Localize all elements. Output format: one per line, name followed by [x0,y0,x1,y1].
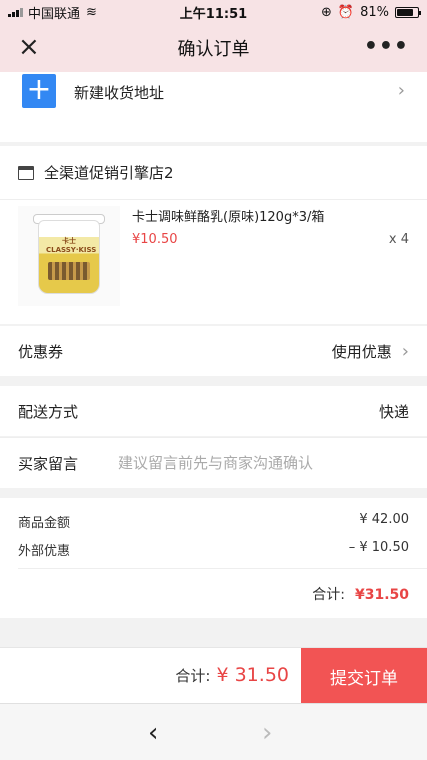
chevron-left-icon: ‹ [148,718,159,748]
more-button[interactable]: ••• [364,34,409,59]
page-title: 确认订单 [177,39,250,60]
wifi-icon: ≋ [86,4,97,20]
chevron-right-icon: › [401,340,409,362]
alarm-icon: ⏰ [337,4,355,20]
product-image-cup [38,220,100,294]
chevron-right-icon: › [397,80,405,101]
status-right: ⊕ ⏰ 81% [321,4,421,20]
more-icon: ••• [363,34,409,59]
summary-total-label: 合计: [312,587,345,603]
product-image-brand: 卡士 CLASSY·KISS [46,237,97,254]
buyer-note-label: 买家留言 [18,454,79,473]
goods-amount-label: 商品金额 [18,516,71,531]
external-discount-label: 外部优惠 [18,544,71,559]
product-quantity: x 4 [388,232,409,247]
delivery-label: 配送方式 [18,402,79,421]
delivery-right: 快递 [379,401,409,422]
checkout-total-label: 合计: [175,667,211,685]
store-icon [18,165,34,180]
coupon-label: 优惠券 [18,342,64,361]
chevron-right-icon: › [262,718,273,748]
coupon-right: 使用优惠 › [332,341,409,362]
nav-bar: × 确认订单 ••• [0,24,427,72]
price-summary: 商品金额 ¥ 42.00 外部优惠 – ¥ 10.50 合计: ¥31.50 [0,498,427,618]
new-address-row[interactable]: + 新建收货地址 › [0,72,427,202]
status-left: 中国联通 ≋ [8,3,97,22]
new-address-label: 新建收货地址 [74,84,165,102]
status-bar: 中国联通 ≋ 上午11:51 ⊕ ⏰ 81% [0,0,427,24]
external-discount-value: – ¥ 10.50 [348,540,409,555]
buyer-note-input[interactable] [118,454,369,472]
close-icon: × [18,32,40,62]
external-discount-line: 外部优惠 – ¥ 10.50 [18,540,409,559]
forward-button[interactable]: › [262,718,272,748]
summary-total-value: ¥31.50 [354,587,409,603]
product-name[interactable]: 卡士调味鲜酪乳(原味)120g*3/箱 [132,206,324,225]
back-button[interactable]: ‹ [148,718,158,748]
browser-toolbar: ‹ › [0,703,427,760]
delivery-value: 快递 [378,402,409,421]
close-button[interactable]: × [18,34,42,60]
goods-amount-value: ¥ 42.00 [359,512,409,527]
store-header: 全渠道促销引擎店2 [0,146,427,200]
plus-icon: + [22,74,56,108]
product-image[interactable]: 卡士 CLASSY·KISS [18,206,120,306]
checkout-total-value: ¥ 31.50 [216,664,289,686]
carrier-text: 中国联通 [28,6,81,22]
product-image-scene [48,262,90,280]
checkout-total: 合计: ¥ 31.50 [175,664,289,686]
checkout-bar: 合计: ¥ 31.50 提交订单 [0,647,427,704]
goods-amount-line: 商品金额 ¥ 42.00 [18,512,409,531]
store-name: 全渠道促销引擎店2 [44,164,174,182]
delivery-row[interactable]: 配送方式 快递 [0,386,427,436]
rotation-lock-icon: ⊕ [321,4,332,20]
coupon-value: 使用优惠 [331,342,392,361]
summary-total: 合计: ¥31.50 [312,584,409,604]
store-section: 全渠道促销引擎店2 卡士 CLASSY·KISS 卡士调味鲜酪乳(原味)120g… [0,146,427,324]
product-price: ¥10.50 [132,232,178,247]
coupon-row[interactable]: 优惠券 使用优惠 › [0,326,427,376]
battery-text: 81% [360,4,389,20]
signal-icon [8,7,23,17]
buyer-note-row: 买家留言 [0,437,427,488]
divider [18,568,427,569]
submit-order-button[interactable]: 提交订单 [301,648,427,704]
battery-icon [395,6,421,18]
